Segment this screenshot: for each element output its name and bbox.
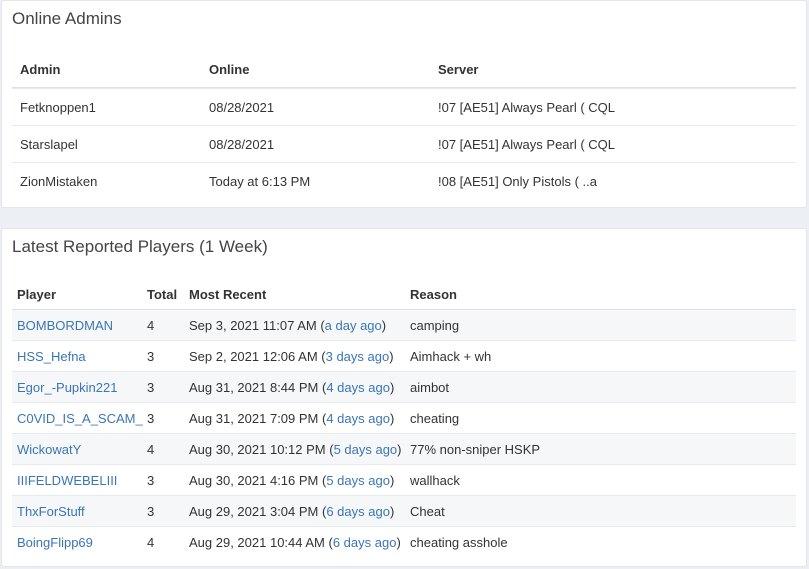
column-header-reason: Reason — [410, 287, 457, 302]
report-date: Sep 3, 2021 11:07 AM — [189, 318, 317, 333]
admin-server: !07 [AE51] Always Pearl ( CQL — [438, 100, 616, 115]
report-total: 3 — [147, 349, 155, 364]
column-header-total: Total — [147, 287, 178, 302]
time-ago-link[interactable]: 5 days ago — [334, 442, 398, 457]
table-row: HSS_Hefna 3 Sep 2, 2021 12:06 AM (3 days… — [12, 341, 796, 372]
online-admins-panel: Online Admins Admin Online Server Fetkno… — [1, 0, 807, 208]
column-header-online: Online — [209, 62, 250, 77]
report-reason: camping — [410, 318, 460, 333]
admins-table-header: Admin Online Server — [12, 51, 796, 88]
report-reason: cheating asshole — [410, 535, 508, 550]
report-total: 4 — [147, 318, 155, 333]
report-most-recent: Aug 29, 2021 3:04 PM (6 days ago) — [189, 504, 395, 519]
table-row: ZionMistaken Today at 6:13 PM !08 [AE51]… — [12, 162, 796, 199]
column-header-admin: Admin — [20, 62, 61, 77]
time-ago-link[interactable]: 4 days ago — [326, 411, 390, 426]
report-total: 3 — [147, 380, 155, 395]
admin-online: 08/28/2021 — [209, 137, 275, 152]
report-most-recent: Sep 3, 2021 11:07 AM (a day ago) — [189, 318, 387, 333]
table-row: BOMBORDMAN 4 Sep 3, 2021 11:07 AM (a day… — [12, 310, 796, 341]
report-most-recent: Aug 29, 2021 10:44 AM (6 days ago) — [189, 535, 401, 550]
reported-players-panel: Latest Reported Players (1 Week) Player … — [1, 228, 807, 567]
report-reason: wallhack — [410, 473, 460, 488]
report-reason: Cheat — [410, 504, 445, 519]
time-ago-link[interactable]: 5 days ago — [326, 473, 390, 488]
table-row: ThxForStuff 3 Aug 29, 2021 3:04 PM (6 da… — [12, 496, 796, 527]
report-date: Aug 29, 2021 3:04 PM — [189, 504, 319, 519]
player-link[interactable]: Egor_-Pupkin221 — [17, 380, 117, 395]
report-date: Sep 2, 2021 12:06 AM — [189, 349, 318, 364]
report-total: 4 — [147, 535, 155, 550]
report-most-recent: Aug 30, 2021 10:12 PM (5 days ago) — [189, 442, 402, 457]
table-row: Egor_-Pupkin221 3 Aug 31, 2021 8:44 PM (… — [12, 372, 796, 403]
admin-name: ZionMistaken — [20, 174, 98, 189]
player-link[interactable]: BoingFlipp69 — [17, 535, 93, 550]
table-row: C0VID_IS_A_SCAM_ 3 Aug 31, 2021 7:09 PM … — [12, 403, 796, 434]
report-total: 3 — [147, 411, 155, 426]
report-most-recent: Sep 2, 2021 12:06 AM (3 days ago) — [189, 349, 394, 364]
report-reason: 77% non-sniper HSKP — [410, 442, 541, 457]
report-reason: cheating — [410, 411, 460, 426]
column-header-most-recent: Most Recent — [189, 287, 267, 302]
report-reason: aimbot — [410, 380, 450, 395]
player-link[interactable]: BOMBORDMAN — [17, 318, 113, 333]
report-most-recent: Aug 31, 2021 7:09 PM (4 days ago) — [189, 411, 395, 426]
admin-server: !08 [AE51] Only Pistols ( ..a — [438, 174, 597, 189]
reports-table-header: Player Total Most Recent Reason — [12, 279, 796, 310]
column-header-player: Player — [17, 287, 57, 302]
column-header-server: Server — [438, 62, 479, 77]
online-admins-title: Online Admins — [12, 9, 122, 28]
player-link[interactable]: ThxForStuff — [17, 504, 85, 519]
player-link[interactable]: IIIFELDWEBELIII — [17, 473, 117, 488]
time-ago-link[interactable]: a day ago — [325, 318, 382, 333]
report-total: 3 — [147, 504, 155, 519]
report-most-recent: Aug 30, 2021 4:16 PM (5 days ago) — [189, 473, 395, 488]
admin-name: Fetknoppen1 — [20, 100, 96, 115]
table-row: IIIFELDWEBELIII 3 Aug 30, 2021 4:16 PM (… — [12, 465, 796, 496]
report-date: Aug 29, 2021 10:44 AM — [189, 535, 325, 550]
time-ago-link[interactable]: 3 days ago — [326, 349, 390, 364]
table-row: Fetknoppen1 08/28/2021 !07 [AE51] Always… — [12, 88, 796, 125]
admin-name: Starslapel — [20, 137, 78, 152]
report-total: 3 — [147, 473, 155, 488]
time-ago-link[interactable]: 4 days ago — [326, 380, 390, 395]
time-ago-link[interactable]: 6 days ago — [326, 504, 390, 519]
admin-server: !07 [AE51] Always Pearl ( CQL — [438, 137, 616, 152]
report-date: Aug 30, 2021 10:12 PM — [189, 442, 326, 457]
reported-players-title: Latest Reported Players (1 Week) — [12, 237, 268, 256]
admin-online: Today at 6:13 PM — [209, 174, 311, 189]
player-link[interactable]: C0VID_IS_A_SCAM_ — [17, 411, 143, 426]
report-date: Aug 30, 2021 4:16 PM — [189, 473, 319, 488]
report-date: Aug 31, 2021 7:09 PM — [189, 411, 319, 426]
report-total: 4 — [147, 442, 155, 457]
time-ago-link[interactable]: 6 days ago — [333, 535, 397, 550]
admin-online: 08/28/2021 — [209, 100, 275, 115]
table-row: BoingFlipp69 4 Aug 29, 2021 10:44 AM (6 … — [12, 527, 796, 558]
player-link[interactable]: WickowatY — [17, 442, 81, 457]
report-reason: Aimhack + wh — [410, 349, 492, 364]
player-link[interactable]: HSS_Hefna — [17, 349, 86, 364]
table-row: Starslapel 08/28/2021 !07 [AE51] Always … — [12, 125, 796, 162]
table-row: WickowatY 4 Aug 30, 2021 10:12 PM (5 day… — [12, 434, 796, 465]
report-date: Aug 31, 2021 8:44 PM — [189, 380, 319, 395]
report-most-recent: Aug 31, 2021 8:44 PM (4 days ago) — [189, 380, 395, 395]
